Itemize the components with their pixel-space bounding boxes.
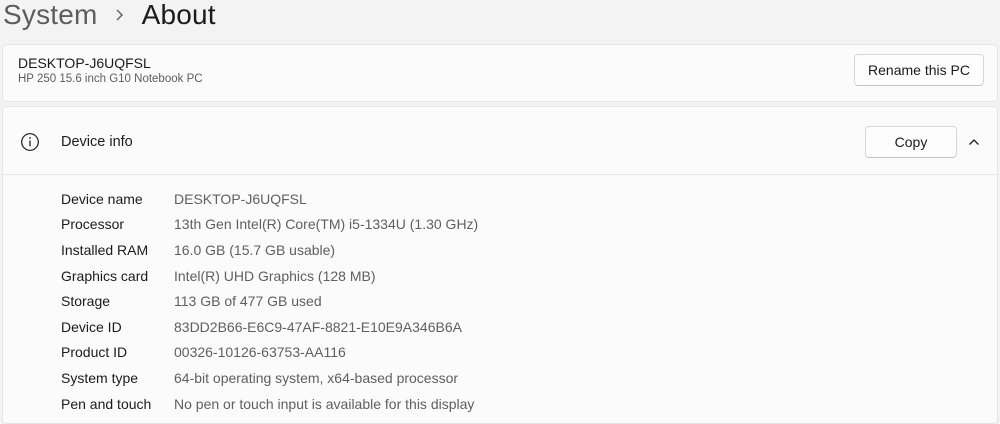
- spec-label: Installed RAM: [61, 241, 149, 258]
- spec-label: Storage: [61, 293, 111, 310]
- spec-row-installed-ram: Installed RAM 16.0 GB (15.7 GB usable): [61, 237, 478, 263]
- spec-row-graphics-card: Graphics card Intel(R) UHD Graphics (128…: [61, 263, 478, 289]
- spec-value: 83DD2B66-E6C9-47AF-8821-E10E9A346B6A: [174, 318, 462, 335]
- spec-value: 64-bit operating system, x64-based proce…: [174, 369, 459, 386]
- spec-value: 00326-10126-63753-AA116: [174, 344, 346, 361]
- spec-label: Pen and touch: [61, 395, 152, 412]
- spec-value: Intel(R) UHD Graphics (128 MB): [174, 267, 376, 284]
- spec-label: Processor: [61, 216, 125, 233]
- device-info-title: Device info: [61, 134, 133, 150]
- spec-value: No pen or touch input is available for t…: [174, 395, 475, 412]
- spec-value: 113 GB of 477 GB used: [174, 293, 322, 310]
- info-icon: [20, 132, 40, 152]
- device-info-header[interactable]: Device info Copy: [3, 107, 997, 175]
- spec-row-storage: Storage 113 GB of 477 GB used: [61, 288, 478, 314]
- spec-value: 16.0 GB (15.7 GB usable): [174, 241, 336, 258]
- pc-name: DESKTOP-J6UQFSL: [18, 55, 151, 71]
- spec-label: Graphics card: [61, 267, 149, 284]
- rename-pc-button[interactable]: Rename this PC: [854, 54, 984, 86]
- spec-label: Device name: [61, 190, 143, 207]
- breadcrumb-system-link[interactable]: System: [3, 0, 98, 31]
- spec-row-device-id: Device ID 83DD2B66-E6C9-47AF-8821-E10E9A…: [61, 314, 478, 340]
- spec-value: 13th Gen Intel(R) Core(TM) i5-1334U (1.3…: [174, 216, 479, 233]
- spec-row-device-name: Device name DESKTOP-J6UQFSL: [61, 186, 478, 212]
- spec-value: DESKTOP-J6UQFSL: [174, 190, 307, 207]
- breadcrumb: System About: [3, 0, 216, 36]
- pc-model: HP 250 15.6 inch G10 Notebook PC: [18, 73, 203, 85]
- spec-row-processor: Processor 13th Gen Intel(R) Core(TM) i5-…: [61, 212, 478, 238]
- chevron-right-icon: [115, 8, 124, 22]
- device-specs-list: Device name DESKTOP-J6UQFSL Processor 13…: [61, 186, 478, 416]
- chevron-up-icon[interactable]: [965, 133, 983, 151]
- spec-label: Product ID: [61, 344, 128, 361]
- spec-label: System type: [61, 369, 139, 386]
- pc-name-card: DESKTOP-J6UQFSL HP 250 15.6 inch G10 Not…: [2, 44, 998, 102]
- spec-row-pen-and-touch: Pen and touch No pen or touch input is a…: [61, 391, 478, 417]
- device-info-card: Device info Copy Device name DESKTOP-J6U…: [2, 106, 998, 424]
- spec-row-product-id: Product ID 00326-10126-63753-AA116: [61, 340, 478, 366]
- spec-row-system-type: System type 64-bit operating system, x64…: [61, 365, 478, 391]
- copy-button[interactable]: Copy: [865, 126, 957, 158]
- page-title: About: [141, 0, 216, 30]
- spec-label: Device ID: [61, 318, 122, 335]
